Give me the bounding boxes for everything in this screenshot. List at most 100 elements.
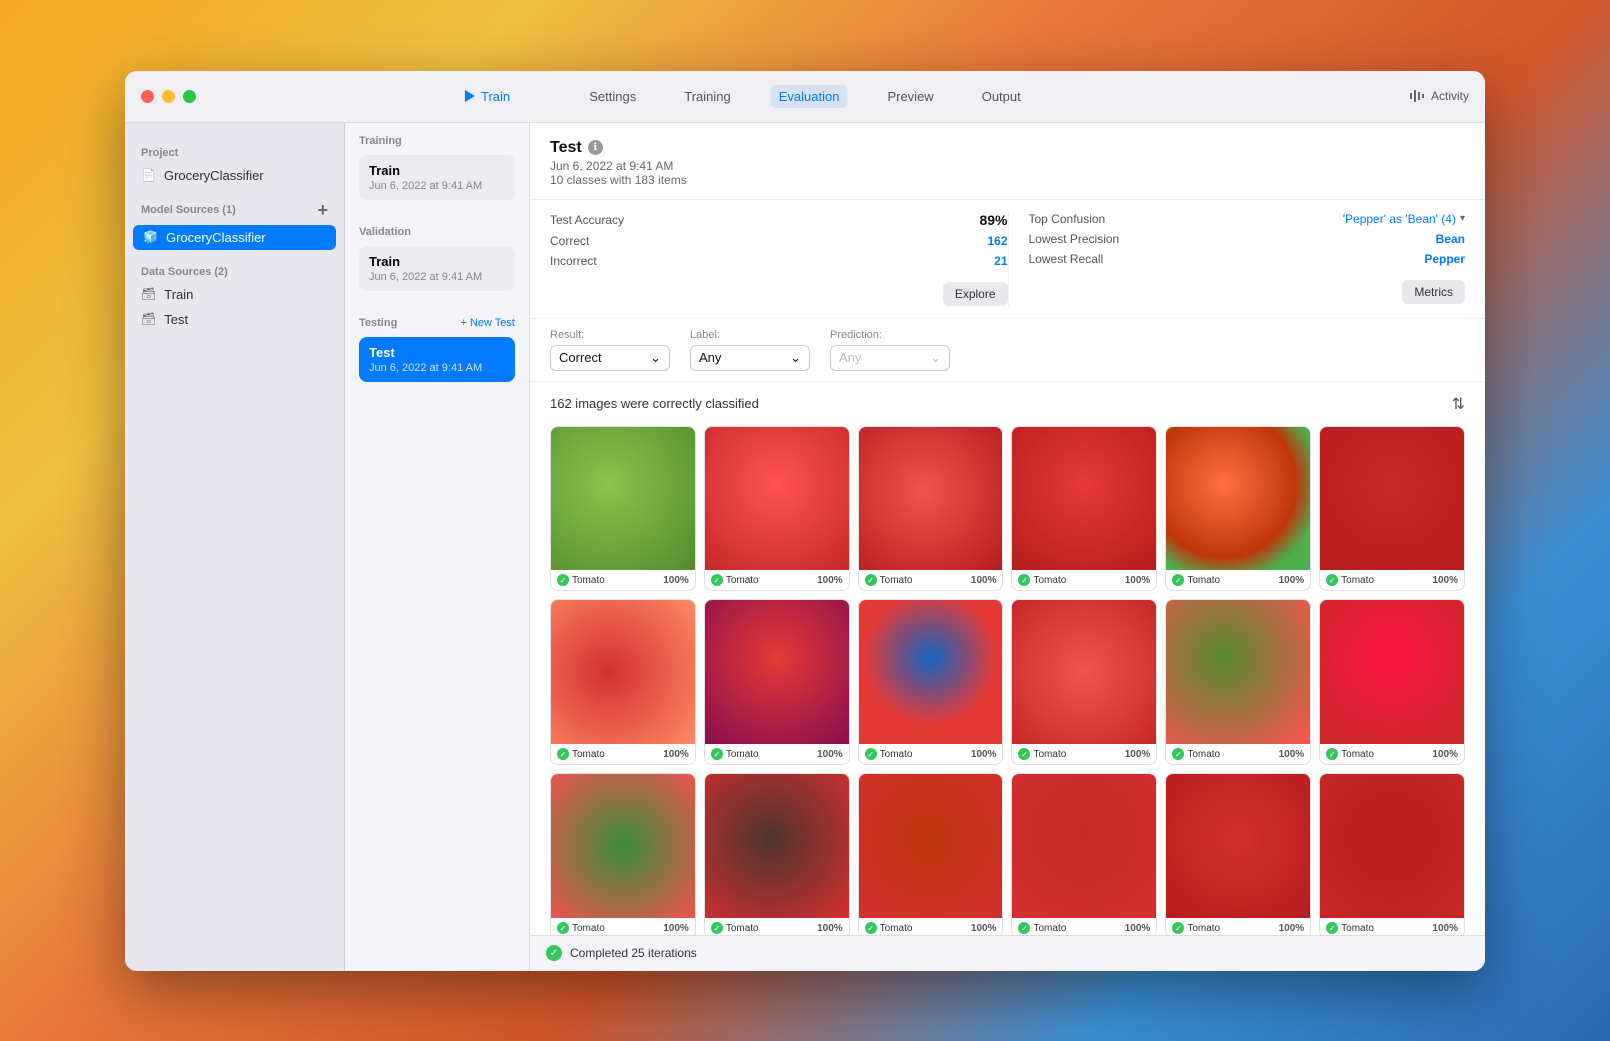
image-card[interactable]: ✓ Tomato 100%: [858, 426, 1004, 592]
training-item[interactable]: Train Jun 6, 2022 at 9:41 AM: [359, 155, 515, 200]
image-label: Tomato: [726, 575, 759, 586]
image-label: Tomato: [1033, 575, 1066, 586]
test-title: Test: [550, 139, 582, 157]
explore-button[interactable]: Explore: [943, 282, 1008, 306]
bottom-status-bar: ✓ Completed 25 iterations: [530, 935, 1485, 971]
image-card[interactable]: ✓ Tomato 100%: [550, 426, 696, 592]
stats-right: Top Confusion 'Pepper' as 'Bean' (4) ▾ L…: [1008, 212, 1466, 306]
check-icon: ✓: [711, 574, 723, 586]
chevron-down-icon: ▾: [1460, 213, 1465, 224]
check-icon: ✓: [1172, 922, 1184, 934]
sidebar-item-grocery-classifier[interactable]: 🧊 GroceryClassifier: [133, 225, 336, 250]
confidence-value: 100%: [663, 923, 689, 934]
image-card[interactable]: ✓ Tomato 100%: [1165, 426, 1311, 592]
confidence-value: 100%: [1279, 575, 1305, 586]
image-card[interactable]: ✓ Tomato 100%: [1011, 426, 1157, 592]
lowest-recall-value: Pepper: [1424, 252, 1465, 266]
accuracy-value: 89%: [979, 212, 1007, 228]
test-header: Test ℹ Jun 6, 2022 at 9:41 AM 10 classes…: [530, 123, 1485, 200]
train-button[interactable]: Train: [465, 89, 510, 104]
image-card[interactable]: ✓ Tomato 100%: [1319, 599, 1465, 765]
tab-preview[interactable]: Preview: [879, 85, 941, 108]
image-card[interactable]: ✓ Tomato 100%: [704, 773, 850, 934]
confidence-value: 100%: [1432, 749, 1458, 760]
tab-output[interactable]: Output: [974, 85, 1029, 108]
top-confusion-row: Top Confusion 'Pepper' as 'Bean' (4) ▾: [1029, 212, 1466, 226]
tab-evaluation[interactable]: Evaluation: [771, 85, 848, 108]
activity-icon: [1409, 88, 1425, 104]
image-card[interactable]: ✓ Tomato 100%: [858, 773, 1004, 934]
new-test-button[interactable]: + New Test: [460, 317, 515, 329]
model-source-name-label: GroceryClassifier: [166, 230, 266, 245]
confidence-value: 100%: [817, 575, 843, 586]
status-message: Completed 25 iterations: [570, 946, 697, 960]
image-card[interactable]: ✓ Tomato 100%: [550, 773, 696, 934]
testing-item[interactable]: Test Jun 6, 2022 at 9:41 AM: [359, 337, 515, 382]
image-label: Tomato: [1341, 749, 1374, 760]
image-label-row: ✓ Tomato 100%: [1012, 744, 1156, 764]
tab-training[interactable]: Training: [676, 85, 738, 108]
maximize-button[interactable]: [183, 90, 196, 103]
tab-settings[interactable]: Settings: [581, 85, 644, 108]
activity-label[interactable]: Activity: [1431, 89, 1469, 103]
image-thumbnail: [1320, 600, 1464, 744]
label-chevron-icon: ⌄: [790, 350, 801, 366]
check-icon: ✓: [1172, 748, 1184, 760]
image-label-row: ✓ Tomato 100%: [551, 744, 695, 764]
top-confusion-label: Top Confusion: [1029, 212, 1106, 226]
image-label-row: ✓ Tomato 100%: [705, 570, 849, 590]
image-card[interactable]: ✓ Tomato 100%: [1165, 773, 1311, 934]
images-grid: ✓ Tomato 100% ✓ Tomato 100%: [550, 426, 1465, 935]
image-label: Tomato: [1187, 749, 1220, 760]
check-icon: ✓: [865, 922, 877, 934]
image-label-row: ✓ Tomato 100%: [859, 570, 1003, 590]
accuracy-label: Test Accuracy: [550, 213, 624, 227]
titlebar-right: Activity: [1409, 88, 1469, 104]
image-card[interactable]: ✓ Tomato 100%: [704, 426, 850, 592]
incorrect-value: 21: [994, 254, 1007, 268]
check-icon: ✓: [1326, 574, 1338, 586]
result-filter-select[interactable]: Correct ⌄: [550, 345, 670, 371]
label-with-check: ✓ Tomato: [865, 922, 913, 934]
validation-item[interactable]: Train Jun 6, 2022 at 9:41 AM: [359, 246, 515, 291]
images-header: 162 images were correctly classified ⇅: [550, 394, 1465, 414]
accuracy-row: Test Accuracy 89%: [550, 212, 1008, 228]
image-card[interactable]: ✓ Tomato 100%: [1165, 599, 1311, 765]
training-section-title: Training: [359, 135, 515, 147]
image-label-row: ✓ Tomato 100%: [1166, 744, 1310, 764]
check-icon: ✓: [1326, 748, 1338, 760]
database-icon-test: 🗃: [141, 312, 156, 326]
project-section-label: Project: [125, 147, 344, 159]
metrics-button[interactable]: Metrics: [1402, 280, 1465, 304]
training-section: Training Train Jun 6, 2022 at 9:41 AM: [345, 123, 529, 214]
image-thumbnail: [1166, 774, 1310, 918]
test-info: 10 classes with 183 items: [550, 173, 1465, 187]
close-button[interactable]: [141, 90, 154, 103]
confusion-dropdown[interactable]: 'Pepper' as 'Bean' (4) ▾: [1343, 212, 1465, 226]
confidence-value: 100%: [663, 749, 689, 760]
check-icon: ✓: [865, 574, 877, 586]
image-card[interactable]: ✓ Tomato 100%: [550, 599, 696, 765]
image-label: Tomato: [1033, 749, 1066, 760]
check-icon: ✓: [1018, 922, 1030, 934]
sort-button[interactable]: ⇅: [1452, 394, 1465, 414]
image-card[interactable]: ✓ Tomato 100%: [858, 599, 1004, 765]
prediction-filter-select[interactable]: Any ⌄: [830, 345, 950, 371]
label-with-check: ✓ Tomato: [557, 574, 605, 586]
model-sources-header: Model Sources (1) +: [125, 196, 344, 225]
label-with-check: ✓ Tomato: [711, 574, 759, 586]
add-model-source-button[interactable]: +: [317, 200, 328, 221]
image-card[interactable]: ✓ Tomato 100%: [1319, 773, 1465, 934]
image-card[interactable]: ✓ Tomato 100%: [1011, 773, 1157, 934]
sidebar-item-test[interactable]: 🗃 Test: [125, 307, 344, 332]
validation-item-subtitle: Jun 6, 2022 at 9:41 AM: [369, 271, 505, 283]
image-card[interactable]: ✓ Tomato 100%: [1011, 599, 1157, 765]
test-info-icon[interactable]: ℹ: [588, 140, 603, 155]
label-filter-select[interactable]: Any ⌄: [690, 345, 810, 371]
image-card[interactable]: ✓ Tomato 100%: [1319, 426, 1465, 592]
minimize-button[interactable]: [162, 90, 175, 103]
sidebar-item-train[interactable]: 🗃 Train: [125, 282, 344, 307]
sidebar-item-project[interactable]: 📄 GroceryClassifier: [125, 163, 344, 188]
stats-left: Test Accuracy 89% Correct 162 Incorrect …: [550, 212, 1008, 306]
image-card[interactable]: ✓ Tomato 100%: [704, 599, 850, 765]
